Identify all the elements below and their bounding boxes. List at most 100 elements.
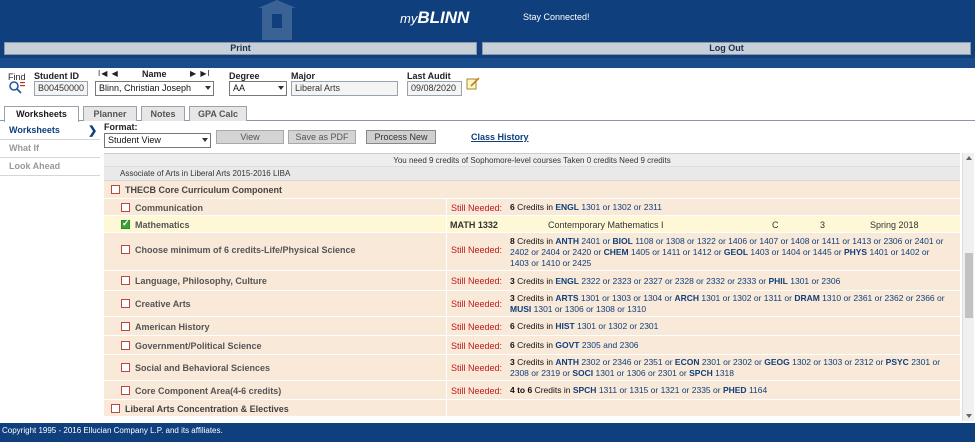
pager-next-last[interactable]: ▶ ▶I <box>190 69 211 78</box>
main-tabs: Worksheets Planner Notes GPA Calc <box>0 104 975 122</box>
chevron-right-icon: ❯ <box>88 125 98 137</box>
block-title: THECB Core Curriculum Component <box>125 185 283 195</box>
column-divider <box>446 355 447 380</box>
scroll-thumb[interactable] <box>965 253 973 318</box>
degree-select[interactable]: AA <box>229 81 287 96</box>
requirement-name: Social and Behavioral Sciences <box>135 363 271 373</box>
incomplete-checkbox-icon <box>121 299 130 308</box>
block-core-curriculum: THECB Core Curriculum Component <box>104 181 960 199</box>
still-needed-label: Still Needed: <box>451 322 503 332</box>
degree-value: AA <box>233 83 246 93</box>
course-grade: C <box>772 220 779 230</box>
pager-first-prev[interactable]: I◀ ◀ <box>98 69 119 78</box>
tab-gpa-calc[interactable]: GPA Calc <box>189 106 247 121</box>
chevron-down-icon <box>205 86 211 90</box>
tab-notes[interactable]: Notes <box>141 106 185 121</box>
sophomore-summary: You need 9 credits of Sophomore-level co… <box>104 154 960 167</box>
course-title: Contemporary Mathematics I <box>548 220 664 230</box>
last-audit-field: 09/08/2020 <box>407 81 462 96</box>
requirement-name: Communication <box>135 203 204 213</box>
incomplete-checkbox-icon <box>111 185 120 194</box>
site-tagline: Stay Connected! <box>523 12 590 22</box>
still-needed-label: Still Needed: <box>451 363 503 373</box>
requirement-advice: 3 Credits in ARTS 1301 or 1303 or 1304 o… <box>510 293 945 314</box>
incomplete-checkbox-icon <box>121 322 130 331</box>
requirement-advice: 4 to 6 Credits in SPCH 1311 or 1315 or 1… <box>510 385 768 395</box>
course-number: MATH 1332 <box>450 220 498 230</box>
requirement-row: Core Component Area(4-6 credits) Still N… <box>104 381 960 400</box>
chevron-down-icon <box>278 86 284 90</box>
incomplete-checkbox-icon <box>121 363 130 372</box>
incomplete-checkbox-icon <box>121 341 130 350</box>
requirement-advice: 3 Credits in ANTH 2302 or 2346 or 2351 o… <box>510 357 941 378</box>
site-logo: myBLINN <box>400 8 470 27</box>
course-link[interactable]: ENGL <box>555 202 579 212</box>
requirement-name: Core Component Area(4-6 credits) <box>135 386 282 396</box>
format-value: Student View <box>108 135 161 145</box>
requirement-advice: 6 Credits in GOVT 2305 and 2306 <box>510 340 639 350</box>
still-needed-label: Still Needed: <box>451 386 503 396</box>
incomplete-checkbox-icon <box>111 404 120 413</box>
requirement-row: American History Still Needed: 6 Credits… <box>104 317 960 336</box>
column-divider <box>446 291 447 316</box>
requirement-row: Social and Behavioral Sciences Still Nee… <box>104 355 960 381</box>
format-label: Format: <box>104 122 138 132</box>
incomplete-checkbox-icon <box>121 203 130 212</box>
format-select[interactable]: Student View <box>104 133 211 148</box>
view-button[interactable]: View <box>216 130 284 144</box>
logout-button[interactable]: Log Out <box>482 42 971 55</box>
requirement-name: Language, Philosophy, Culture <box>135 276 267 286</box>
sidebar-item-worksheets[interactable]: Worksheets <box>0 122 100 140</box>
column-divider <box>446 317 447 335</box>
worksheet-sidebar: Worksheets What If Look Ahead <box>0 122 100 176</box>
sidebar-item-look-ahead[interactable]: Look Ahead <box>0 158 100 176</box>
column-divider <box>446 336 447 354</box>
scroll-down-icon[interactable] <box>966 414 972 418</box>
requirement-row: Communication Still Needed: 6 Credits in… <box>104 199 960 216</box>
major-label: Major <box>291 71 316 81</box>
block-liberal-arts: Liberal Arts Concentration & Electives <box>104 400 960 417</box>
worksheet-scrollbar[interactable] <box>962 153 974 421</box>
column-divider <box>446 381 447 399</box>
header-banner: myBLINN Stay Connected! <box>0 0 975 40</box>
column-divider <box>446 400 447 416</box>
edit-note-icon[interactable] <box>466 76 480 90</box>
still-needed-label: Still Needed: <box>451 203 503 213</box>
incomplete-checkbox-icon <box>121 245 130 254</box>
requirement-row: Government/Political Science Still Neede… <box>104 336 960 355</box>
requirement-name: Mathematics <box>135 220 190 230</box>
student-search-bar: Find Student ID B00450000 I◀ ◀ Name ▶ ▶I… <box>0 68 975 104</box>
incomplete-checkbox-icon <box>121 386 130 395</box>
requirement-advice: 6 Credits in ENGL 1301 or 1302 or 2311 <box>510 202 663 212</box>
class-history-link[interactable]: Class History <box>471 132 529 142</box>
requirement-row-complete: Mathematics MATH 1332 Contemporary Mathe… <box>104 216 960 233</box>
block-title: Liberal Arts Concentration & Electives <box>125 404 289 414</box>
column-divider <box>446 233 447 270</box>
requirement-row: Language, Philosophy, Culture Still Need… <box>104 271 960 291</box>
course-credits: 3 <box>820 220 826 230</box>
requirement-advice: 8 Credits in ANTH 2401 or BIOL 1108 or 1… <box>510 236 944 268</box>
requirement-name: Creative Arts <box>135 299 191 309</box>
degree-label: Degree <box>229 71 260 81</box>
requirement-name: Choose minimum of 6 credits-Life/Physica… <box>135 245 356 255</box>
print-button[interactable]: Print <box>4 42 477 55</box>
student-id-field[interactable]: B00450000 <box>34 81 88 96</box>
worksheet-toolbar: Format: Student View View Save as PDF Pr… <box>104 122 964 152</box>
scroll-up-icon[interactable] <box>966 156 972 160</box>
process-new-button[interactable]: Process New <box>366 130 436 144</box>
find-student-icon[interactable] <box>8 80 26 94</box>
copyright-footer: Copyright 1995 - 2016 Ellucian Company L… <box>0 423 975 442</box>
requirement-name: American History <box>135 322 210 332</box>
still-needed-label: Still Needed: <box>451 299 503 309</box>
sidebar-item-what-if[interactable]: What If <box>0 140 100 158</box>
save-pdf-button[interactable]: Save as PDF <box>288 130 356 144</box>
complete-checkbox-icon <box>121 218 130 229</box>
requirement-advice: 3 Credits in ENGL 2322 or 2323 or 2327 o… <box>510 276 841 286</box>
name-label: Name <box>142 69 167 79</box>
incomplete-checkbox-icon <box>121 276 130 285</box>
tab-planner[interactable]: Planner <box>83 106 137 121</box>
student-name-select[interactable]: Blinn, Christian Joseph <box>95 81 214 96</box>
program-title: Associate of Arts in Liberal Arts 2015-2… <box>104 167 960 181</box>
tab-worksheets[interactable]: Worksheets <box>4 106 79 122</box>
major-field: Liberal Arts <box>291 81 398 96</box>
